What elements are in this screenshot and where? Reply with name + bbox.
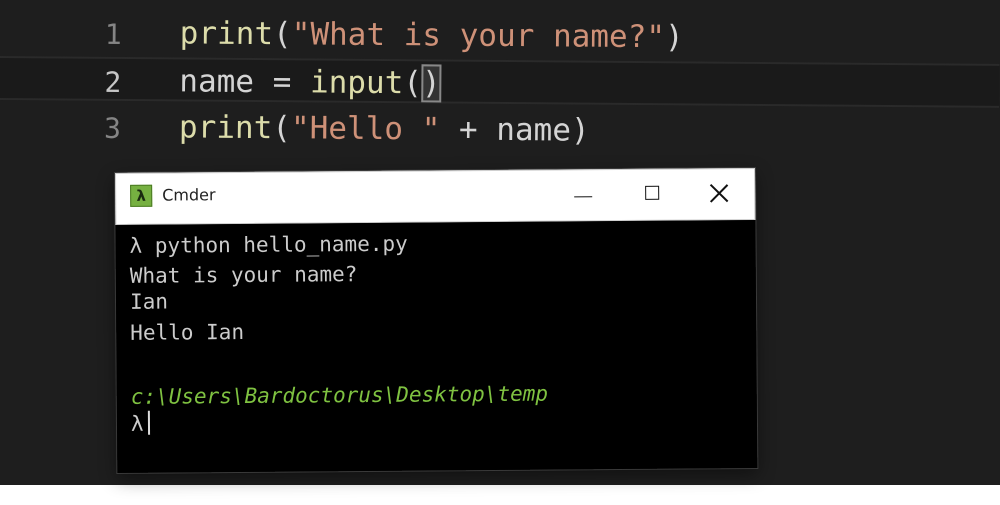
bracket-match-highlight: ) bbox=[420, 64, 442, 103]
code-token-paren: ) bbox=[664, 19, 684, 56]
code-line-current[interactable]: 2 name = input() bbox=[0, 55, 1000, 108]
cmder-lambda-icon: λ bbox=[130, 184, 153, 207]
close-icon bbox=[710, 184, 728, 202]
line-number: 2 bbox=[104, 65, 122, 99]
console-output[interactable]: λ python hello_name.py What is your name… bbox=[115, 219, 758, 473]
code-text: print("Hello " + name) bbox=[179, 107, 590, 150]
maximize-button[interactable] bbox=[621, 170, 683, 216]
cmder-window[interactable]: λ Cmder λ python hello_name.py What is y… bbox=[115, 167, 758, 473]
maximize-icon bbox=[645, 185, 660, 200]
code-line[interactable]: 3 print("Hello " + name) bbox=[0, 104, 999, 156]
code-token-function: print bbox=[179, 15, 274, 53]
line-number: 1 bbox=[104, 17, 122, 51]
prompt-line[interactable]: λ bbox=[130, 410, 150, 437]
code-line[interactable]: 1 print("What is your name?") bbox=[0, 10, 1000, 62]
code-token-function: print bbox=[178, 109, 273, 147]
code-text: name = input() bbox=[179, 61, 442, 103]
code-token-paren: ( bbox=[403, 65, 423, 102]
code-token-string: "Hello " bbox=[290, 110, 441, 148]
code-token-variable: + name) bbox=[440, 111, 590, 149]
code-token-paren: ( bbox=[272, 110, 292, 147]
code-token-operator: = bbox=[253, 63, 311, 101]
minimize-button[interactable] bbox=[552, 170, 614, 216]
console-line: Ian bbox=[129, 289, 169, 314]
code-token-function: input bbox=[309, 64, 404, 102]
window-title: Cmder bbox=[162, 185, 216, 205]
console-line: λ python hello_name.py bbox=[129, 231, 408, 258]
prompt-lambda: λ bbox=[130, 411, 144, 436]
console-line: What is your name? bbox=[129, 262, 358, 288]
current-path: c:\Users\Bardoctorus\Desktop\temp bbox=[130, 381, 549, 409]
line-number: 3 bbox=[104, 111, 122, 145]
console-line: Hello Ian bbox=[130, 319, 245, 345]
window-titlebar[interactable]: λ Cmder bbox=[115, 167, 756, 225]
code-text: print("What is your name?") bbox=[180, 13, 684, 57]
code-token-paren: ( bbox=[272, 16, 292, 53]
close-button[interactable] bbox=[688, 169, 750, 215]
minimize-icon bbox=[574, 196, 593, 198]
code-token-string: "What is your name?" bbox=[291, 16, 666, 56]
text-cursor bbox=[147, 410, 150, 435]
code-token-variable: name bbox=[179, 63, 255, 100]
